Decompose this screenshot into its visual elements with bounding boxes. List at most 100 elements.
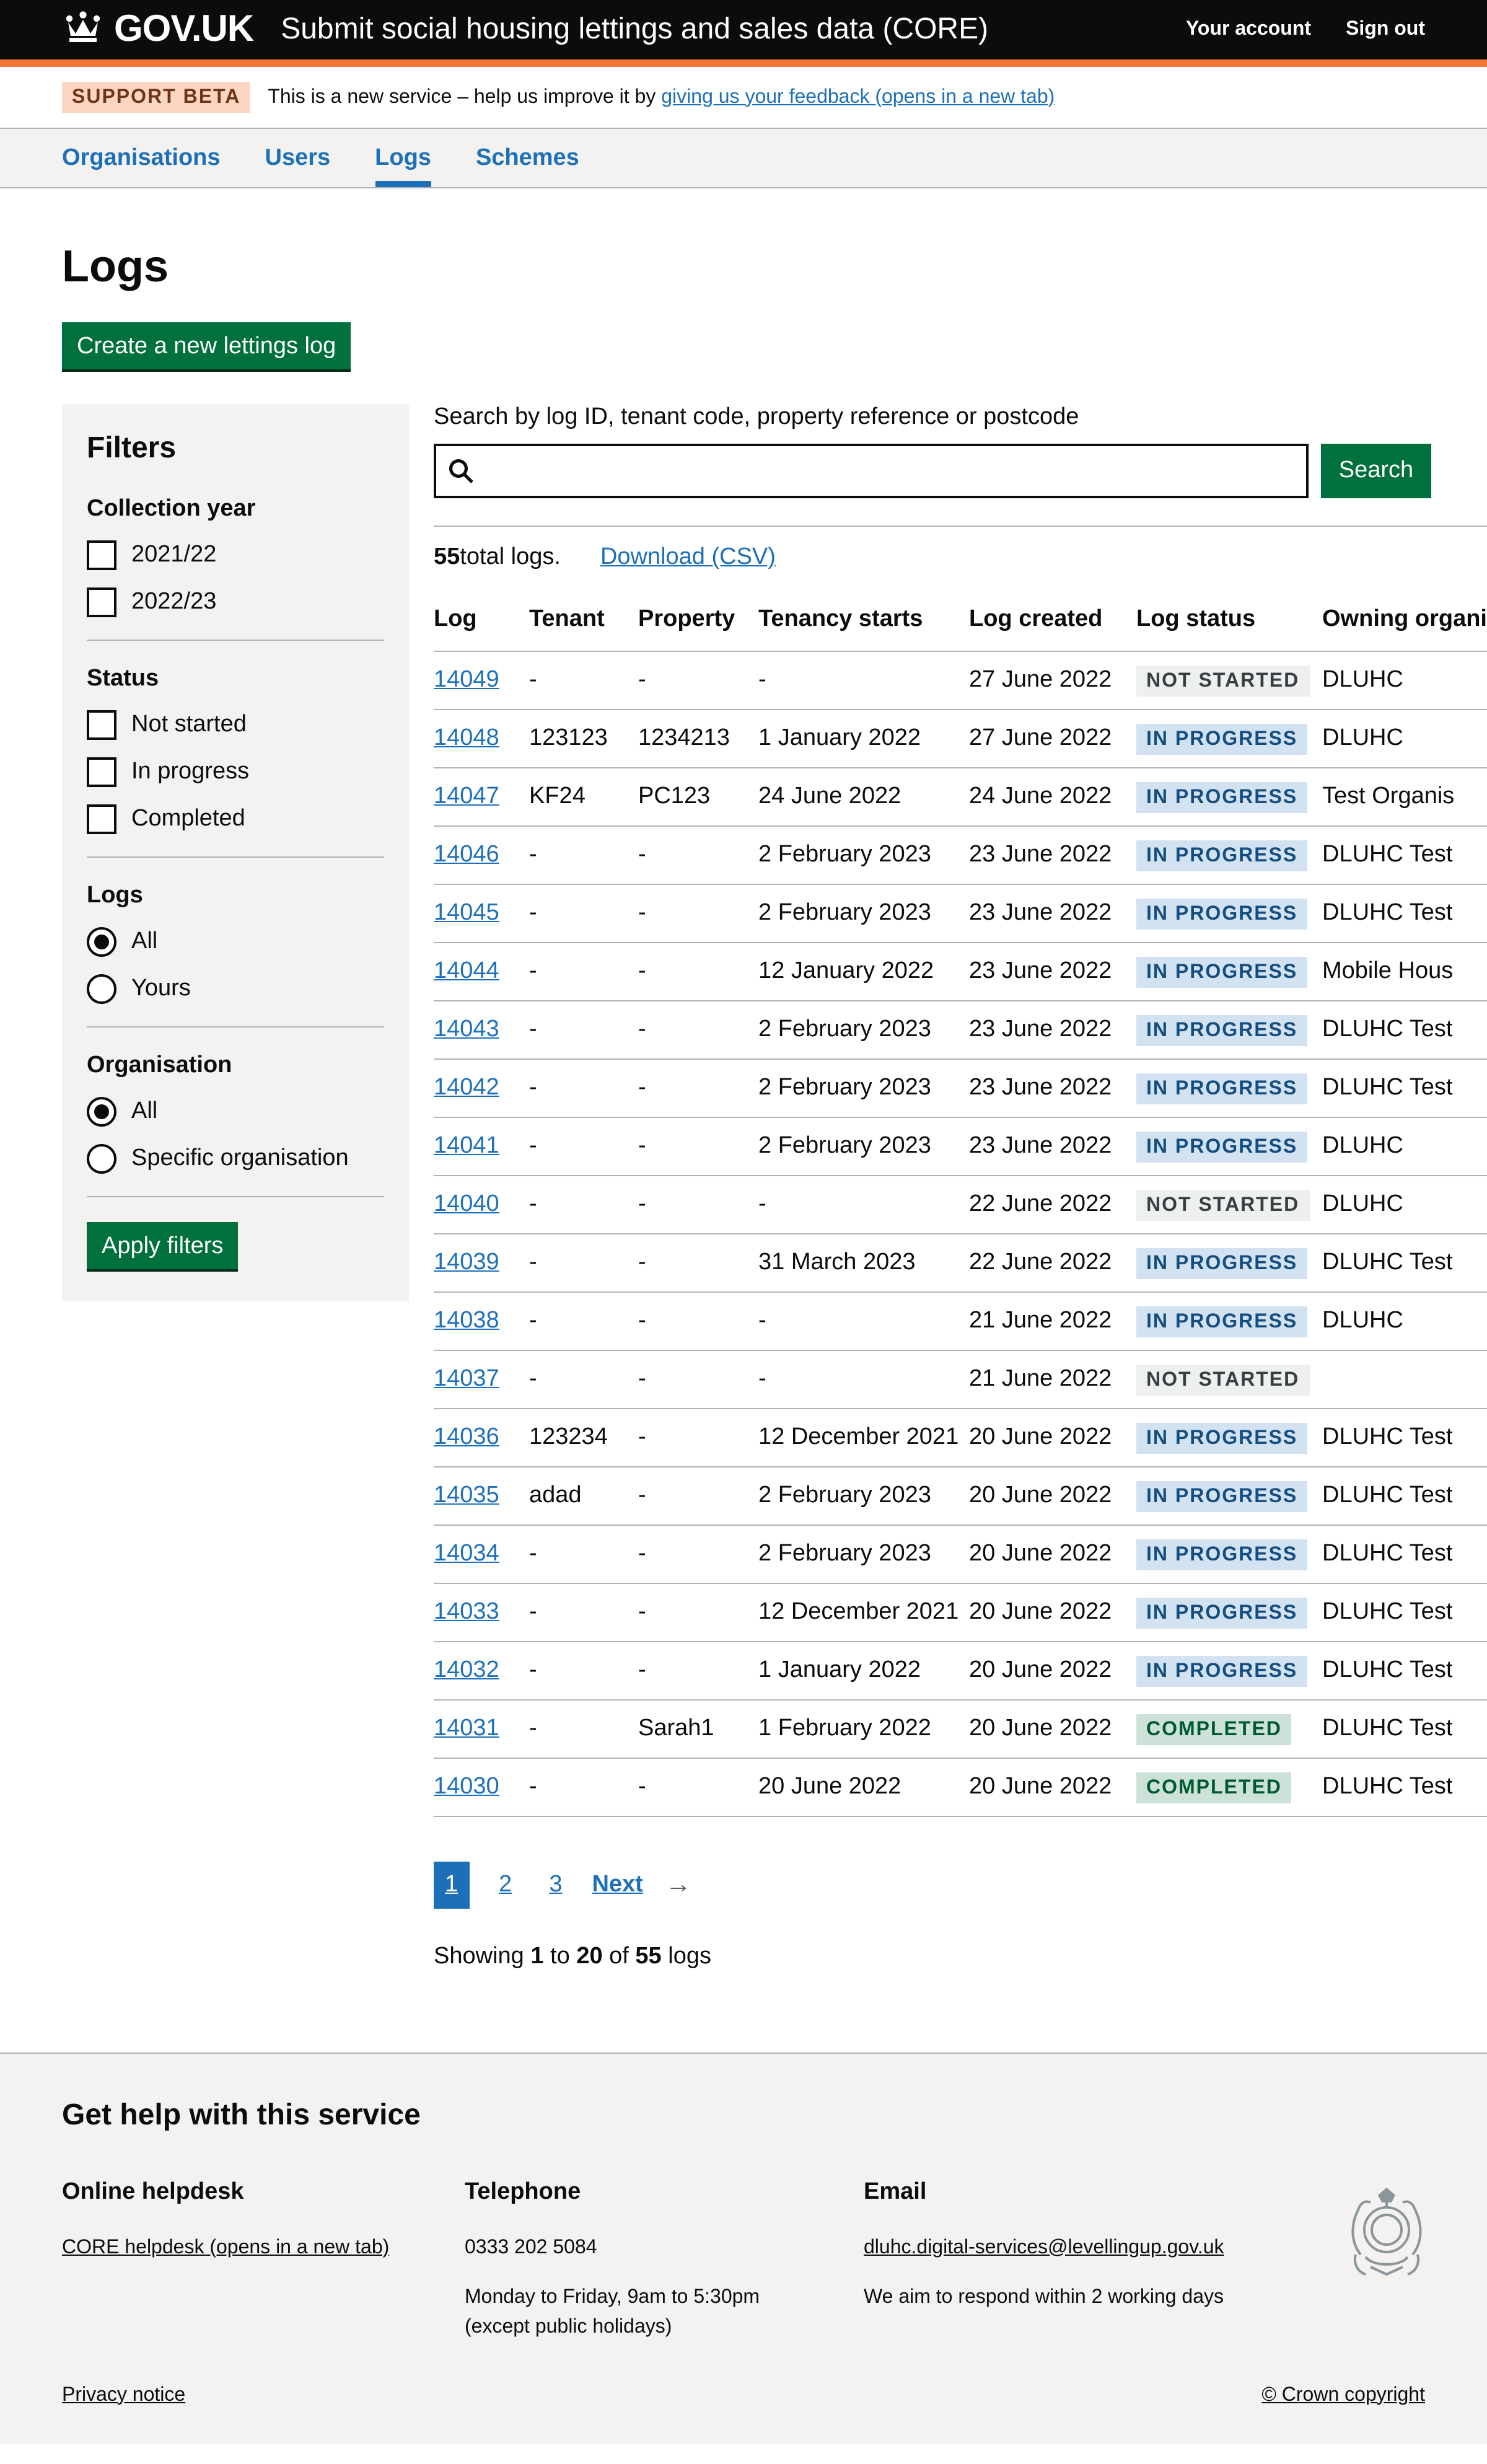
radio-logs-yours[interactable]: Yours: [87, 974, 384, 1004]
service-name[interactable]: Submit social housing lettings and sales…: [281, 12, 988, 47]
log-id-link[interactable]: 14030: [434, 1774, 499, 1800]
log-id-link[interactable]: 14033: [434, 1599, 499, 1625]
log-id-link[interactable]: 14044: [434, 958, 499, 984]
checkbox-2021-22[interactable]: 2021/22: [87, 540, 384, 570]
crown-copyright-link[interactable]: © Crown copyright: [1261, 2384, 1425, 2406]
filters-divider: [87, 1026, 384, 1027]
checkbox-box-icon[interactable]: [87, 804, 116, 834]
col-header-tenancy-starts: Tenancy starts: [758, 594, 969, 651]
search-button[interactable]: Search: [1321, 444, 1431, 498]
cell-org: Mobile Hous: [1322, 943, 1487, 1001]
download-csv-link[interactable]: Download (CSV): [600, 544, 776, 571]
cell-property: PC123: [638, 768, 758, 826]
apply-filters-button[interactable]: Apply filters: [87, 1222, 238, 1269]
nav-item-schemes[interactable]: Schemes: [476, 129, 579, 187]
cell-tenancy: -: [758, 1350, 969, 1409]
govuk-logo[interactable]: GOV.UK Submit social housing lettings an…: [62, 9, 988, 51]
status-badge: IN PROGRESS: [1136, 1131, 1307, 1162]
checkbox-box-icon[interactable]: [87, 710, 116, 740]
cell-org: Test Organis: [1322, 768, 1487, 826]
telephone-holidays: (except public holidays): [465, 2312, 864, 2342]
email-note: We aim to respond within 2 working days: [864, 2282, 1235, 2312]
beta-banner: SUPPORT BETA This is a new service – hel…: [0, 67, 1487, 129]
checkbox-label: Completed: [131, 806, 245, 833]
cell-property: -: [638, 826, 758, 884]
status-badge: IN PROGRESS: [1136, 1597, 1307, 1628]
table-row: 14046--2 February 202323 June 2022IN PRO…: [434, 826, 1487, 884]
checkbox-not-started[interactable]: Not started: [87, 710, 384, 740]
privacy-notice-link[interactable]: Privacy notice: [62, 2384, 185, 2406]
log-id-link[interactable]: 14039: [434, 1249, 499, 1275]
pagination-page-2[interactable]: 2: [491, 1862, 519, 1909]
email-link[interactable]: dluhc.digital-services@levellingup.gov.u…: [864, 2237, 1224, 2258]
log-id-link[interactable]: 14037: [434, 1366, 499, 1392]
log-id-link[interactable]: 14048: [434, 725, 499, 751]
cell-log: 14049: [434, 651, 529, 710]
checkbox-box-icon[interactable]: [87, 587, 116, 617]
radio-selected-icon[interactable]: [87, 1097, 116, 1127]
search-input[interactable]: [434, 444, 1309, 498]
cell-property: -: [638, 1583, 758, 1642]
cell-log: 14038: [434, 1292, 529, 1350]
cell-tenant: -: [529, 1525, 638, 1583]
log-id-link[interactable]: 14035: [434, 1482, 499, 1508]
pagination-page-3[interactable]: 3: [542, 1862, 569, 1909]
checkbox-box-icon[interactable]: [87, 540, 116, 570]
cell-tenant: -: [529, 884, 638, 943]
log-id-link[interactable]: 14036: [434, 1424, 499, 1450]
log-id-link[interactable]: 14049: [434, 667, 499, 693]
radio-icon[interactable]: [87, 1144, 116, 1174]
log-id-link[interactable]: 14046: [434, 842, 499, 868]
cell-org: DLUHC: [1322, 710, 1487, 768]
pagination-next-link[interactable]: Next: [592, 1872, 643, 1899]
organisation-filter-label: Organisation: [87, 1052, 384, 1080]
pagination-page-1-current[interactable]: 1: [434, 1862, 469, 1909]
log-id-link[interactable]: 14047: [434, 783, 499, 809]
cell-property: -: [638, 1117, 758, 1176]
nav-item-organisations[interactable]: Organisations: [62, 129, 221, 187]
cell-tenancy: 12 December 2021: [758, 1583, 969, 1642]
results-divider: [434, 526, 1487, 527]
checkbox-completed[interactable]: Completed: [87, 804, 384, 834]
col-header-log: Log: [434, 594, 529, 651]
cell-tenant: -: [529, 1700, 638, 1758]
log-id-link[interactable]: 14031: [434, 1715, 499, 1741]
log-id-link[interactable]: 14045: [434, 900, 499, 926]
log-id-link[interactable]: 14043: [434, 1016, 499, 1042]
checkbox-label: 2021/22: [131, 542, 216, 569]
core-helpdesk-link[interactable]: CORE helpdesk (opens in a new tab): [62, 2237, 389, 2258]
nav-item-users[interactable]: Users: [265, 129, 331, 187]
col-header-log-status: Log status: [1136, 594, 1322, 651]
sign-out-link[interactable]: Sign out: [1346, 19, 1425, 41]
cell-created: 27 June 2022: [969, 651, 1136, 710]
log-id-link[interactable]: 14040: [434, 1191, 499, 1217]
checkbox-label: 2022/23: [131, 589, 216, 616]
log-id-link[interactable]: 14032: [434, 1657, 499, 1683]
checkbox-2022-23[interactable]: 2022/23: [87, 587, 384, 617]
log-id-link[interactable]: 14038: [434, 1308, 499, 1334]
cell-org: DLUHC Test: [1322, 1700, 1487, 1758]
cell-status: IN PROGRESS: [1136, 1583, 1322, 1642]
radio-selected-icon[interactable]: [87, 927, 116, 957]
log-id-link[interactable]: 14042: [434, 1075, 499, 1101]
nav-item-logs[interactable]: Logs: [375, 129, 431, 187]
filters-divider: [87, 1196, 384, 1197]
cell-property: -: [638, 1467, 758, 1525]
status-badge: IN PROGRESS: [1136, 723, 1307, 754]
showing-to-word: to: [544, 1943, 577, 1969]
radio-icon[interactable]: [87, 974, 116, 1004]
cell-log: 14033: [434, 1583, 529, 1642]
log-id-link[interactable]: 14034: [434, 1541, 499, 1567]
your-account-link[interactable]: Your account: [1186, 19, 1311, 41]
log-id-link[interactable]: 14041: [434, 1133, 499, 1159]
cell-tenancy: 2 February 2023: [758, 1059, 969, 1117]
radio-organisation-all[interactable]: All: [87, 1097, 384, 1127]
feedback-link[interactable]: giving us your feedback (opens in a new …: [661, 86, 1055, 107]
create-lettings-log-button[interactable]: Create a new lettings log: [62, 322, 351, 369]
radio-logs-all[interactable]: All: [87, 927, 384, 957]
checkbox-in-progress[interactable]: In progress: [87, 757, 384, 787]
cell-tenant: -: [529, 1234, 638, 1292]
radio-organisation-specific[interactable]: Specific organisation: [87, 1144, 384, 1174]
checkbox-box-icon[interactable]: [87, 757, 116, 787]
cell-tenant: -: [529, 826, 638, 884]
